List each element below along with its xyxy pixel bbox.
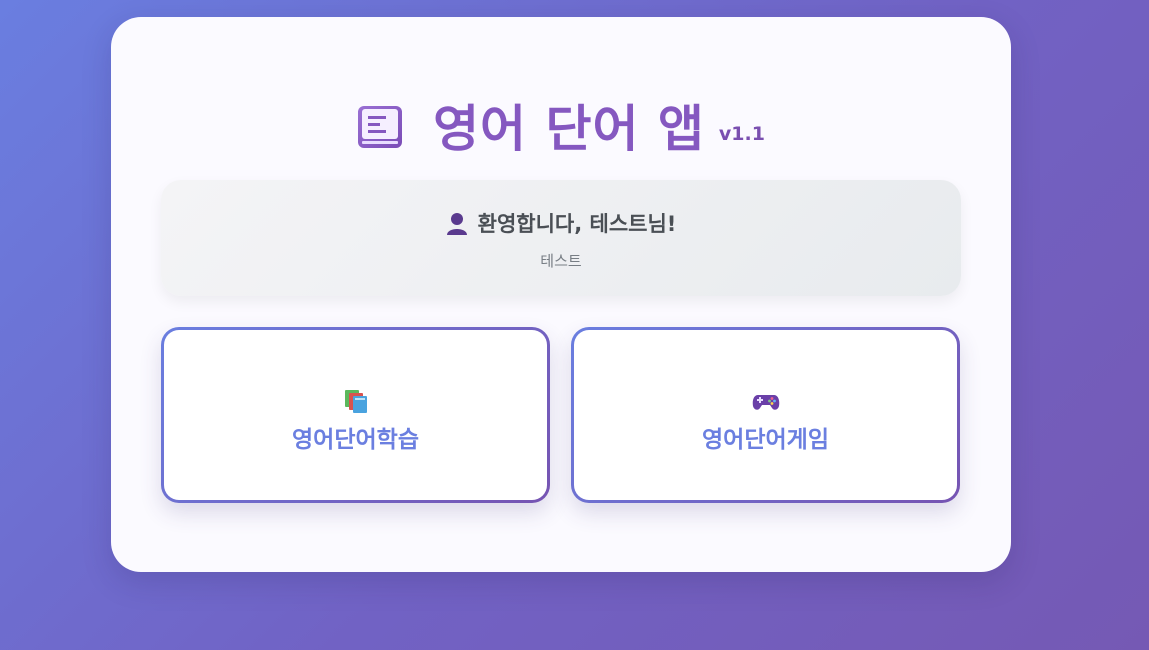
books-icon [344, 390, 367, 413]
version-badge: v1.1 [718, 123, 765, 145]
welcome-panel: 환영합니다, 테스트님! 테스트 [161, 180, 961, 296]
app-header: 영어 단어 앱 v1.1 [111, 87, 1011, 157]
menu-label: 영어단어학습 [292, 427, 419, 453]
main-card: 영어 단어 앱 v1.1 환영합니다, 테스트님! 테스트 영어단어학습 영어단… [111, 17, 1011, 572]
app-title: 영어 단어 앱 [433, 100, 705, 158]
welcome-message: 환영합니다, 테스트님! [477, 212, 677, 236]
word-game-button[interactable]: 영어단어게임 [571, 327, 960, 503]
menu-icon-wrap [574, 388, 957, 414]
menu-label: 영어단어게임 [702, 427, 829, 453]
username-label: 테스트 [540, 252, 582, 270]
user-icon [446, 213, 467, 235]
word-study-button[interactable]: 영어단어학습 [161, 327, 550, 503]
book-icon [358, 106, 403, 148]
menu-icon-wrap [164, 388, 547, 414]
welcome-line: 환영합니다, 테스트님! [161, 208, 961, 238]
game-controller-icon [752, 395, 779, 410]
